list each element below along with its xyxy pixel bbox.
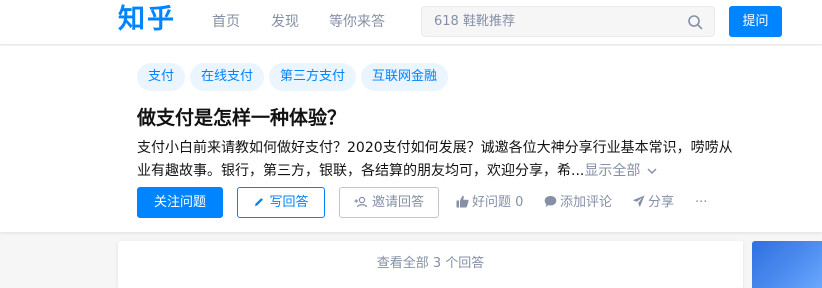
topic-tag[interactable]: 第三方支付 (269, 63, 357, 91)
pencil-icon (255, 198, 264, 206)
ask-button[interactable]: 提问 (729, 6, 782, 37)
good-question-label: 好问题 0 (472, 195, 524, 210)
show-all-button[interactable]: 显示全部 (584, 163, 658, 179)
view-all-answers-button[interactable]: 查看全部 3 个回答 (118, 241, 743, 288)
search-box (421, 6, 715, 37)
question-title: 做支付是怎样一种体验？ (137, 107, 347, 129)
thumbs-up-icon (456, 195, 469, 208)
topic-tags: 支付 在线支付 第三方支付 互联网金融 (137, 63, 453, 91)
write-answer-label: 写回答 (269, 195, 309, 210)
share-button[interactable]: 分享 (632, 194, 674, 212)
share-icon (632, 195, 645, 208)
write-answer-button[interactable]: 写回答 (237, 187, 325, 218)
search-icon[interactable] (687, 14, 703, 30)
add-comment-label: 添加评论 (560, 195, 613, 210)
topic-tag[interactable]: 在线支付 (190, 63, 265, 91)
topic-tag[interactable]: 支付 (137, 63, 186, 91)
question-card: 支付 在线支付 第三方支付 互联网金融 做支付是怎样一种体验？ 支付小白前来请教如何做… (0, 46, 822, 232)
comment-icon (544, 196, 557, 207)
sidebar-banner[interactable] (752, 241, 822, 288)
invite-icon (354, 196, 368, 208)
chevron-down-icon (647, 168, 657, 175)
question-detail: 支付小白前来请教如何做好支付？2020支付如何发展？诚邀各位大神分享行业基本常识… (137, 137, 737, 183)
nav-home[interactable]: 首页 (212, 13, 240, 31)
good-question-button[interactable]: 好问题 0 (456, 194, 523, 212)
nav-waiting-answers[interactable]: 等你来答 (329, 13, 385, 31)
nav-discover[interactable]: 发现 (271, 13, 299, 31)
zhihu-logo[interactable]: 知乎 (118, 3, 176, 37)
invite-answer-label: 邀请回答 (371, 195, 424, 210)
show-all-label: 显示全部 (584, 163, 641, 179)
add-comment-button[interactable]: 添加评论 (544, 194, 612, 212)
top-header: 知乎 首页 发现 等你来答 提问 (0, 0, 822, 45)
search-input[interactable] (434, 7, 674, 36)
more-icon[interactable]: ··· (695, 194, 707, 212)
share-label: 分享 (648, 195, 675, 210)
follow-question-button[interactable]: 关注问题 (137, 187, 223, 218)
invite-answer-button[interactable]: 邀请回答 (339, 187, 439, 218)
topic-tag[interactable]: 互联网金融 (361, 63, 449, 91)
